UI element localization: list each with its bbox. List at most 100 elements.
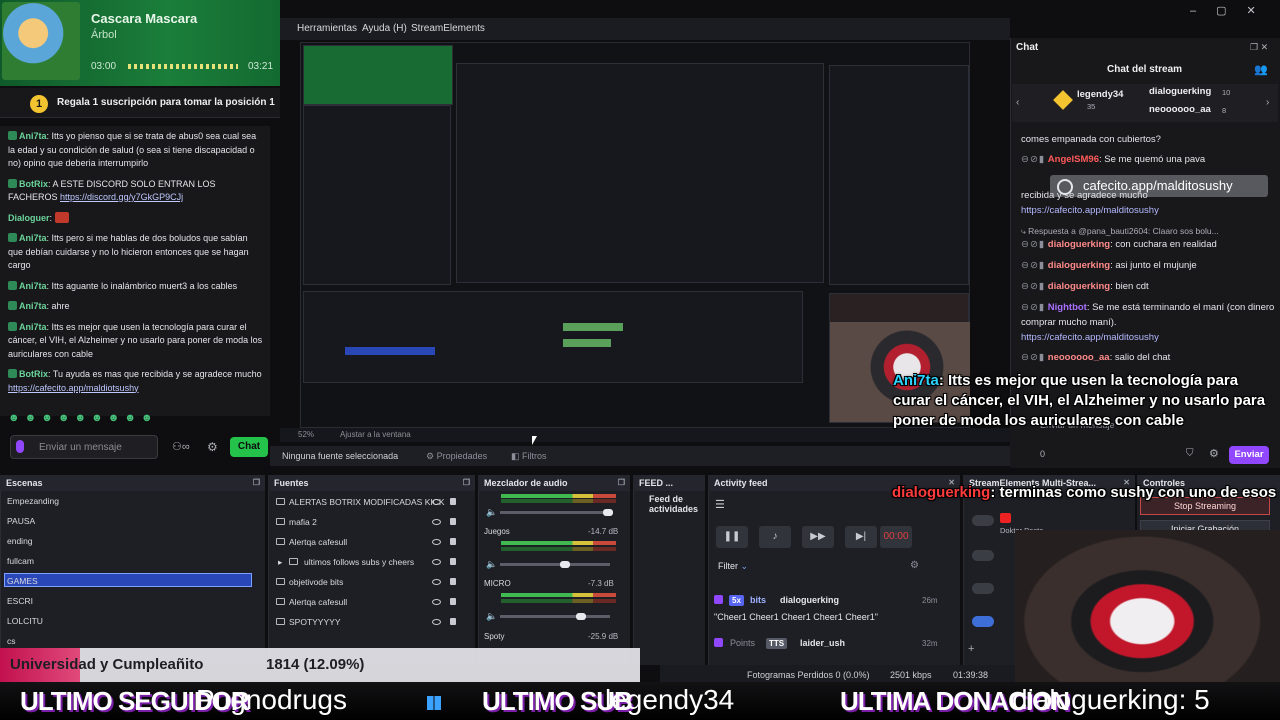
gear-icon[interactable]: ⚙ bbox=[1209, 447, 1219, 460]
scene-item[interactable]: cs bbox=[7, 636, 16, 646]
chat-username[interactable]: Ani7ta bbox=[19, 281, 47, 291]
scene-item[interactable]: fullcam bbox=[7, 556, 34, 566]
chat-dock-tab[interactable]: Chat bbox=[1016, 42, 1038, 53]
send-button[interactable]: Enviar bbox=[1229, 446, 1269, 464]
lock-icon[interactable] bbox=[450, 578, 456, 585]
menu-herramientas[interactable]: Herramientas bbox=[297, 23, 357, 34]
next-button[interactable]: ▶| bbox=[845, 526, 877, 548]
source-item[interactable]: mafia 2 bbox=[289, 517, 317, 527]
chat-link[interactable]: https://cafecito.app/malditosushy bbox=[1021, 205, 1159, 216]
volume-slider[interactable] bbox=[500, 511, 610, 514]
multistream-toggle-on[interactable] bbox=[972, 616, 994, 627]
window-controls[interactable]: –▢✕ bbox=[1190, 4, 1276, 17]
chat-send-button[interactable]: Chat bbox=[230, 437, 268, 457]
speaker-icon[interactable]: 🔈 bbox=[486, 611, 497, 622]
gear-icon[interactable]: ⚙ bbox=[910, 560, 919, 571]
mod-action-icons[interactable]: ⊖⊘▮ bbox=[1021, 260, 1045, 271]
chat-username[interactable]: neoooooo_aa bbox=[1048, 352, 1110, 363]
volume-slider[interactable] bbox=[500, 563, 610, 566]
filters-button[interactable]: ◧ Filtros bbox=[511, 451, 547, 462]
chat-link[interactable]: https://cafecito.app/maldiotsushy bbox=[8, 383, 139, 393]
visibility-eye-icon[interactable] bbox=[432, 619, 441, 625]
lock-icon[interactable] bbox=[450, 518, 456, 525]
chat-username[interactable]: Ani7ta bbox=[19, 131, 47, 141]
channel-points[interactable]: 0 bbox=[1040, 449, 1045, 459]
chat-username[interactable]: Ani7ta bbox=[19, 322, 47, 332]
dock-close-icon[interactable]: ❐ ✕ bbox=[1250, 42, 1268, 53]
mic-icon[interactable] bbox=[16, 440, 24, 453]
chat-link[interactable]: https://discord.gg/y7GkGP9CJj bbox=[60, 192, 183, 202]
timer-button[interactable]: 00:00 bbox=[880, 526, 912, 548]
volume-slider[interactable] bbox=[500, 615, 610, 618]
lock-icon[interactable] bbox=[450, 598, 456, 605]
chat-username[interactable]: Dialoguer bbox=[8, 213, 50, 223]
users-icon[interactable]: 👥 bbox=[1254, 63, 1268, 76]
bell-icon[interactable]: ♪ bbox=[759, 526, 791, 548]
speaker-icon[interactable]: 🔈 bbox=[486, 507, 497, 518]
hamburger-menu-icon[interactable]: ☰ bbox=[715, 498, 725, 511]
reply-target[interactable]: Respuesta a @pana_bauti2604: bbox=[1028, 226, 1150, 236]
mod-action-icons[interactable]: ⊖⊘▮ bbox=[1021, 352, 1045, 363]
scene-item-selected[interactable]: GAMES bbox=[7, 576, 38, 586]
menu-ayuda[interactable]: Ayuda (H) bbox=[362, 23, 407, 34]
chevron-left-icon[interactable]: ‹ bbox=[1016, 97, 1019, 108]
scene-item[interactable]: ESCRI bbox=[7, 596, 33, 606]
chat-username[interactable]: AngelSM96 bbox=[1048, 154, 1099, 165]
source-group[interactable]: ultimos follows subs y cheers bbox=[304, 557, 414, 567]
volume-knob[interactable] bbox=[603, 509, 613, 516]
mod-action-icons[interactable]: ⊖⊘▮ bbox=[1021, 281, 1045, 292]
chat-username[interactable]: BotRix bbox=[19, 369, 48, 379]
lock-icon[interactable] bbox=[450, 558, 456, 565]
bits-icon[interactable]: ⚇∞ bbox=[172, 440, 190, 453]
pause-button[interactable]: ❚❚ bbox=[716, 526, 748, 548]
lock-icon[interactable] bbox=[450, 618, 456, 625]
leader-name[interactable]: legendy34 bbox=[1077, 89, 1123, 100]
scene-item[interactable]: ending bbox=[7, 536, 33, 546]
scene-item[interactable]: LOLCITU bbox=[7, 616, 43, 626]
mod-action-icons[interactable]: ⊖⊘▮ bbox=[1021, 302, 1045, 313]
leaderboard-strip[interactable] bbox=[1012, 84, 1278, 122]
lock-icon[interactable] bbox=[450, 538, 456, 545]
event-user[interactable]: laider_ush bbox=[800, 638, 845, 648]
chat-username[interactable]: Ani7ta bbox=[19, 233, 47, 243]
event-user[interactable]: dialoguerking bbox=[780, 595, 839, 605]
visibility-eye-icon[interactable] bbox=[432, 519, 441, 525]
source-item[interactable]: ALERTAS BOTRIX MODIFICADAS KICK bbox=[289, 497, 445, 507]
scene-item[interactable]: PAUSA bbox=[7, 516, 35, 526]
visibility-eye-icon[interactable] bbox=[432, 579, 441, 585]
gear-icon[interactable]: ⚙ bbox=[207, 440, 218, 454]
emote-bar[interactable]: ☻ ☻ ☻ ☻ ☻ ☻ ☻ ☻ ☻ bbox=[8, 412, 154, 424]
chat-username[interactable]: dialoguerking bbox=[1048, 260, 1110, 271]
scene-item[interactable]: Empezanding bbox=[7, 496, 59, 506]
multistream-toggle[interactable] bbox=[972, 583, 994, 594]
source-item[interactable]: Alertqa cafesull bbox=[289, 597, 347, 607]
volume-knob[interactable] bbox=[560, 561, 570, 568]
leader-name[interactable]: neoooooo_aa bbox=[1149, 104, 1211, 115]
visibility-eye-icon[interactable] bbox=[432, 499, 441, 505]
chat-username[interactable]: dialoguerking bbox=[1048, 281, 1110, 292]
visibility-eye-icon[interactable] bbox=[432, 539, 441, 545]
mod-action-icons[interactable]: ⊖⊘▮ bbox=[1021, 154, 1045, 165]
multistream-toggle[interactable] bbox=[972, 550, 994, 561]
source-item[interactable]: SPOTYYYYY bbox=[289, 617, 341, 627]
chat-link[interactable]: https://cafecito.app/malditosushy bbox=[1021, 332, 1159, 343]
filter-dropdown[interactable]: Filter ⌄ bbox=[718, 561, 748, 572]
mod-action-icons[interactable]: ⊖⊘▮ bbox=[1021, 239, 1045, 250]
volume-knob[interactable] bbox=[576, 613, 586, 620]
multistream-toggle[interactable] bbox=[972, 515, 994, 526]
source-item[interactable]: Alertqa cafesull bbox=[289, 537, 347, 547]
group-expand-chevron-icon[interactable]: ▸ bbox=[278, 557, 282, 568]
dock-float-icon[interactable]: ❐ bbox=[253, 478, 260, 487]
source-item[interactable]: objetivode bits bbox=[289, 577, 343, 587]
dock-float-icon[interactable]: ❐ bbox=[463, 478, 470, 487]
dock-float-icon[interactable]: ❐ bbox=[618, 478, 625, 487]
menu-streamelements[interactable]: StreamElements bbox=[411, 23, 485, 34]
chat-message-list[interactable]: Ani7ta: Itts yo pienso que si se trata d… bbox=[0, 126, 270, 416]
chat-username[interactable]: BotRix bbox=[19, 179, 48, 189]
zoom-level[interactable]: 52% bbox=[298, 430, 314, 439]
speaker-icon[interactable]: 🔈 bbox=[486, 559, 497, 570]
leader-name[interactable]: dialoguerking bbox=[1149, 86, 1211, 97]
fit-dropdown[interactable]: Ajustar a la ventana bbox=[340, 430, 411, 439]
chevron-right-icon[interactable]: › bbox=[1266, 97, 1269, 108]
chat-username[interactable]: dialoguerking bbox=[1048, 239, 1110, 250]
